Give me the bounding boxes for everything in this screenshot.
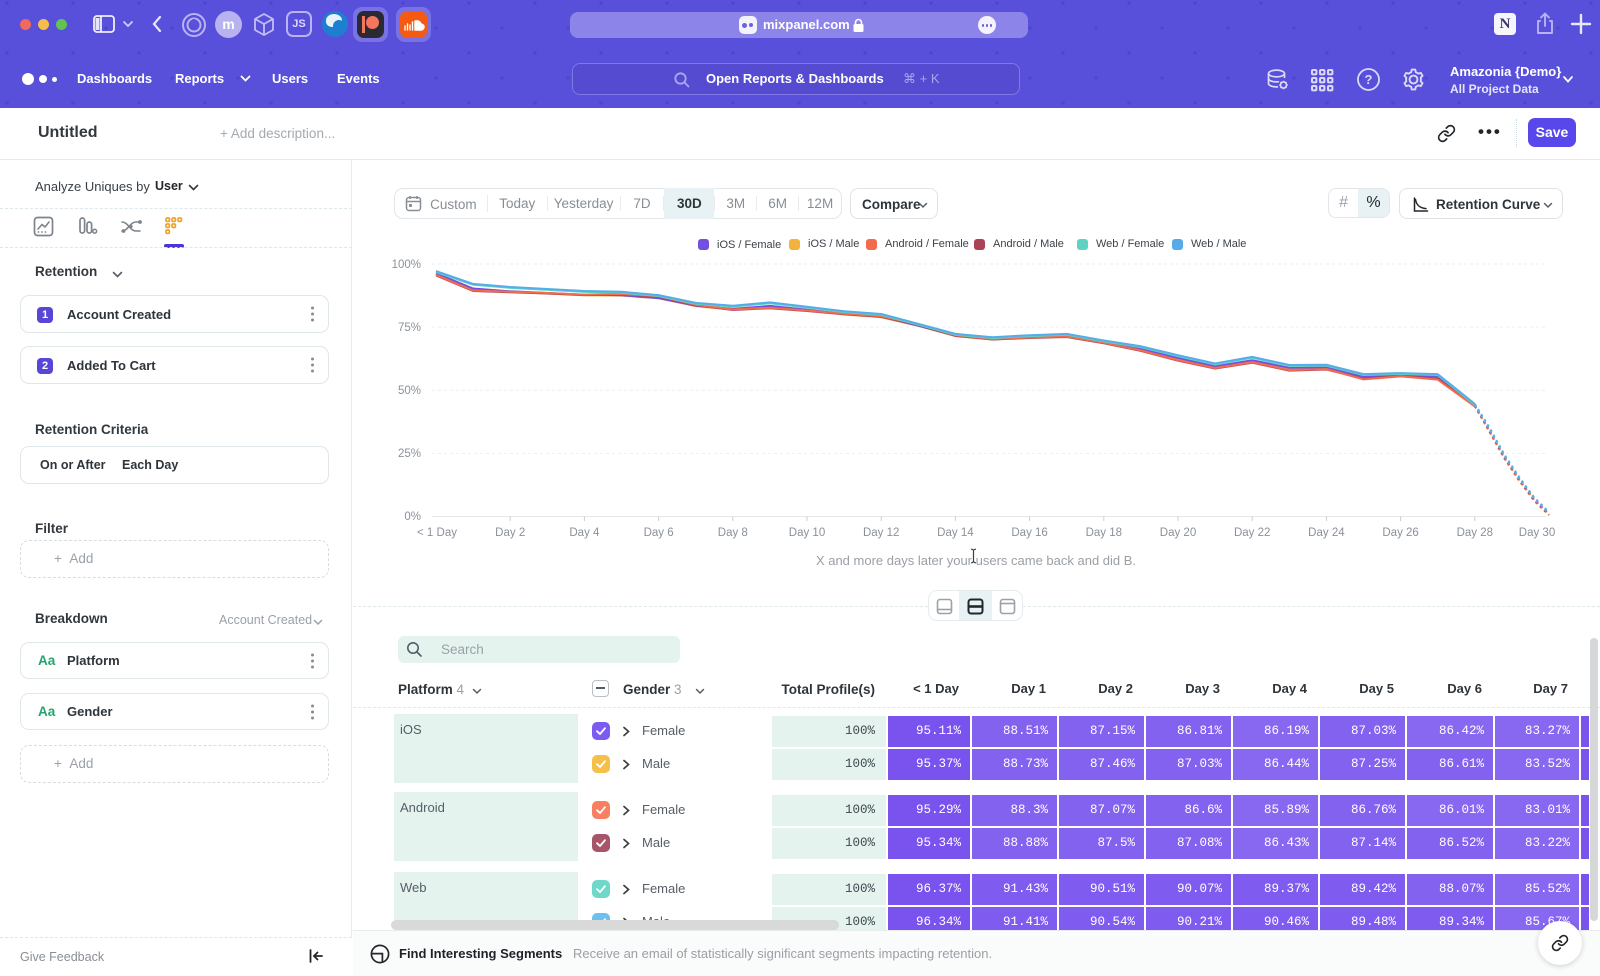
svg-text:?: ? (1365, 72, 1373, 87)
